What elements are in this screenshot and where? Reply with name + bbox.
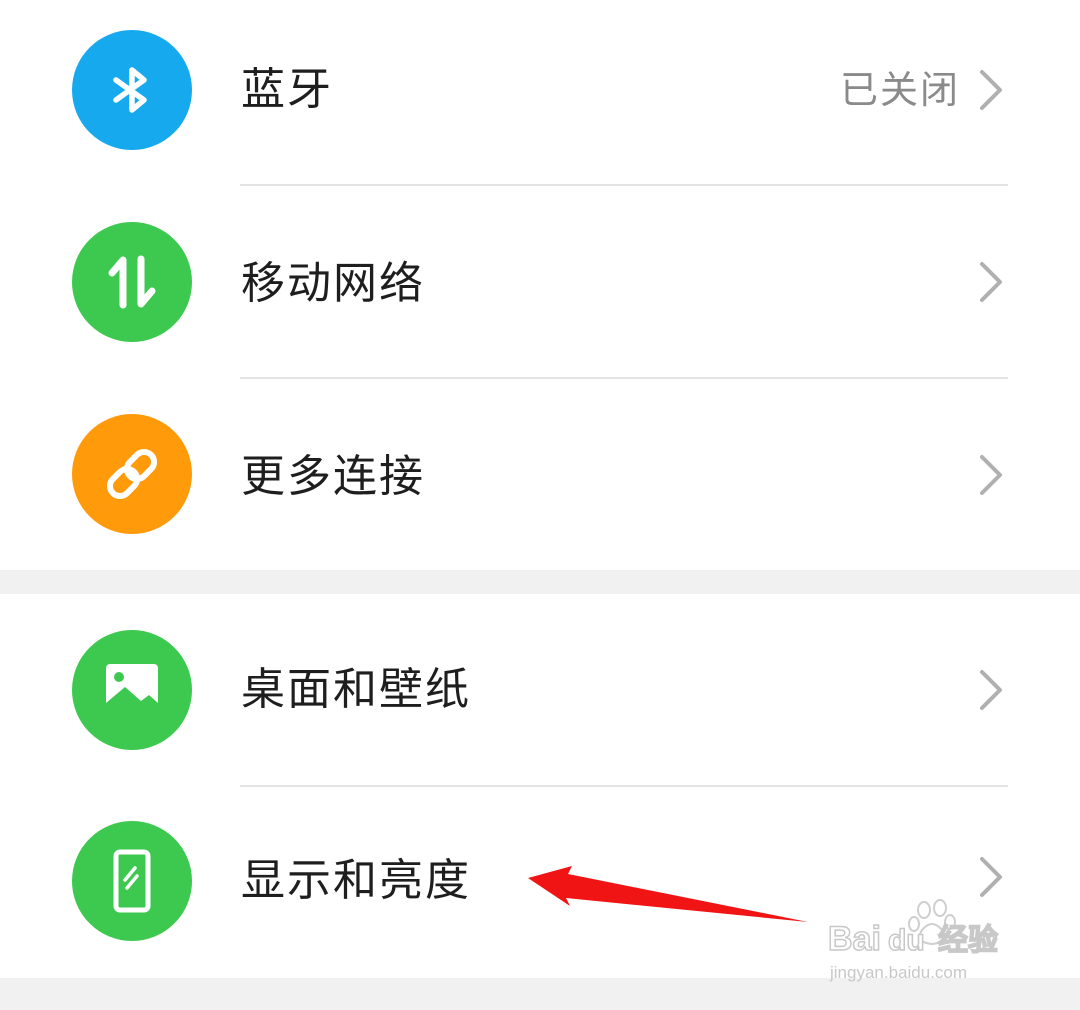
settings-item-status: 已关闭: [839, 68, 960, 112]
display-icon: [72, 821, 192, 941]
chevron-right-icon: [980, 70, 1002, 110]
mobile-data-icon: [72, 222, 192, 342]
settings-item-label: 蓝牙: [241, 64, 333, 115]
settings-screen: 蓝牙 已关闭 移动网络 更多连接 桌面和壁纸 显示和亮度 Bai du 经验 j…: [0, 0, 1080, 1010]
link-icon: [72, 414, 192, 534]
svg-text:Bai: Bai: [828, 920, 881, 958]
settings-item-home-wallpaper[interactable]: 桌面和壁纸: [0, 594, 1080, 786]
settings-item-mobile-network[interactable]: 移动网络: [0, 186, 1080, 378]
svg-text:jingyan.baidu.com: jingyan.baidu.com: [829, 963, 967, 982]
connectivity-group: 蓝牙 已关闭 移动网络 更多连接: [0, 0, 1080, 570]
baidu-watermark-logo: Bai du 经验 jingyan.baidu.com: [827, 899, 999, 982]
chevron-right-icon: [980, 262, 1002, 302]
wallpaper-icon: [72, 630, 192, 750]
chevron-right-icon: [980, 455, 1002, 495]
bluetooth-icon: [72, 30, 192, 150]
settings-item-label: 移动网络: [241, 258, 425, 309]
settings-item-bluetooth[interactable]: 蓝牙 已关闭: [0, 0, 1080, 192]
settings-item-label: 桌面和壁纸: [241, 664, 471, 715]
svg-text:经验: 经验: [938, 923, 998, 958]
settings-item-label: 显示和亮度: [241, 855, 471, 906]
settings-item-more-connections[interactable]: 更多连接: [0, 379, 1080, 571]
group-separator: [0, 570, 1080, 594]
chevron-right-icon: [980, 670, 1002, 710]
settings-item-label: 更多连接: [241, 451, 425, 502]
svg-text:du: du: [888, 924, 925, 957]
